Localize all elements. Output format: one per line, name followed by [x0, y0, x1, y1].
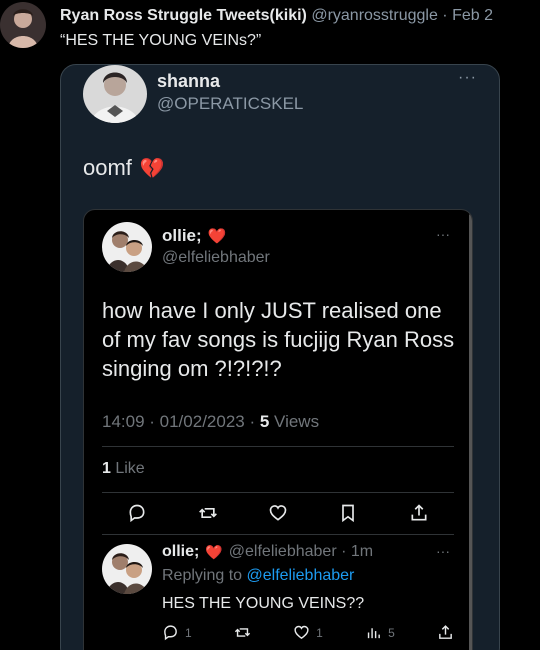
views-button[interactable]: 5 — [365, 624, 395, 641]
retweet-icon[interactable] — [198, 503, 218, 528]
more-icon[interactable]: ··· — [436, 543, 450, 559]
like-count: 1 — [316, 625, 323, 640]
reply-icon — [164, 625, 177, 641]
replying-to-label: Replying to — [162, 567, 247, 584]
author-name[interactable]: ollie; ❤️ — [162, 226, 226, 246]
embedded-tweet-card[interactable]: ollie; ❤️ @elfeliebhaber ··· how have I … — [83, 209, 473, 650]
views-label: Views — [269, 412, 320, 431]
avatar[interactable] — [102, 222, 152, 272]
avatar[interactable] — [102, 544, 152, 594]
more-icon[interactable]: ··· — [458, 69, 477, 87]
tweet-text-body: oomf — [83, 155, 132, 180]
scrollbar[interactable] — [469, 214, 472, 650]
tweet-timestamp[interactable]: 14:09 · 01/02/2023 · — [102, 412, 260, 431]
reply-count: 1 — [185, 625, 192, 640]
likes-summary[interactable]: 1 Like — [102, 460, 145, 478]
likes-count: 1 — [102, 460, 111, 477]
reply-text: HES THE YOUNG VEINS?? — [162, 595, 365, 612]
author-name-text: ollie; — [162, 226, 202, 245]
likes-label: Like — [110, 460, 145, 477]
heart-icon — [294, 625, 309, 640]
author-name[interactable]: Ryan Ross Struggle Tweets(kiki) — [60, 7, 307, 24]
views-count: 5 — [388, 625, 395, 640]
tweet-text: oomf 💔 — [83, 155, 165, 181]
reply-action-bar: 1 1 5 — [162, 624, 454, 641]
tweet-text: how have I only JUST realised one of my … — [102, 298, 455, 381]
avatar[interactable] — [0, 2, 46, 48]
reply-icon[interactable] — [127, 503, 147, 528]
reply-header: ollie; ❤️ @elfeliebhaber · 1m — [162, 543, 373, 561]
author-name[interactable]: ollie; — [162, 543, 199, 561]
replying-to: Replying to @elfeliebhaber — [162, 567, 354, 585]
action-bar — [102, 502, 454, 528]
heart-emoji-icon: ❤️ — [205, 543, 223, 560]
divider — [102, 534, 454, 535]
avatar[interactable] — [83, 65, 147, 123]
share-button[interactable] — [437, 624, 454, 641]
tweet-header: Ryan Ross Struggle Tweets(kiki) @ryanros… — [60, 7, 530, 25]
retweet-button[interactable] — [234, 624, 251, 641]
quoted-tweet-card[interactable]: shanna @OPERATICSKEL ··· oomf 💔 ollie; ❤… — [60, 64, 500, 650]
divider — [102, 446, 454, 447]
share-icon[interactable] — [409, 503, 429, 528]
heart-icon[interactable] — [268, 503, 288, 528]
author-handle[interactable]: @OPERATICSKEL — [157, 94, 303, 114]
tweet-text: “HES THE YOUNG VEINs?” — [60, 32, 262, 49]
retweet-icon — [234, 628, 251, 637]
views-icon — [367, 628, 380, 639]
author-handle[interactable]: @elfeliebhaber — [162, 249, 270, 267]
tweet-metadata: 14:09 · 01/02/2023 · 5 Views — [102, 412, 319, 432]
author-handle-time[interactable]: @elfeliebhaber · 1m — [229, 543, 373, 561]
broken-heart-icon: 💔 — [139, 157, 165, 180]
replying-to-link[interactable]: @elfeliebhaber — [247, 567, 355, 584]
divider — [102, 492, 454, 493]
views-count: 5 — [259, 412, 270, 431]
heart-emoji-icon: ❤️ — [207, 228, 227, 245]
author-handle[interactable]: @ryanrosstruggle — [311, 7, 438, 24]
like-button[interactable]: 1 — [293, 624, 323, 641]
separator: · — [442, 7, 448, 24]
reply-button[interactable]: 1 — [162, 624, 192, 641]
tweet-date[interactable]: Feb 2 — [452, 7, 493, 24]
share-icon — [439, 625, 452, 639]
bookmark-icon[interactable] — [338, 503, 358, 528]
author-name[interactable]: shanna — [157, 71, 220, 92]
more-icon[interactable]: ··· — [436, 226, 450, 242]
